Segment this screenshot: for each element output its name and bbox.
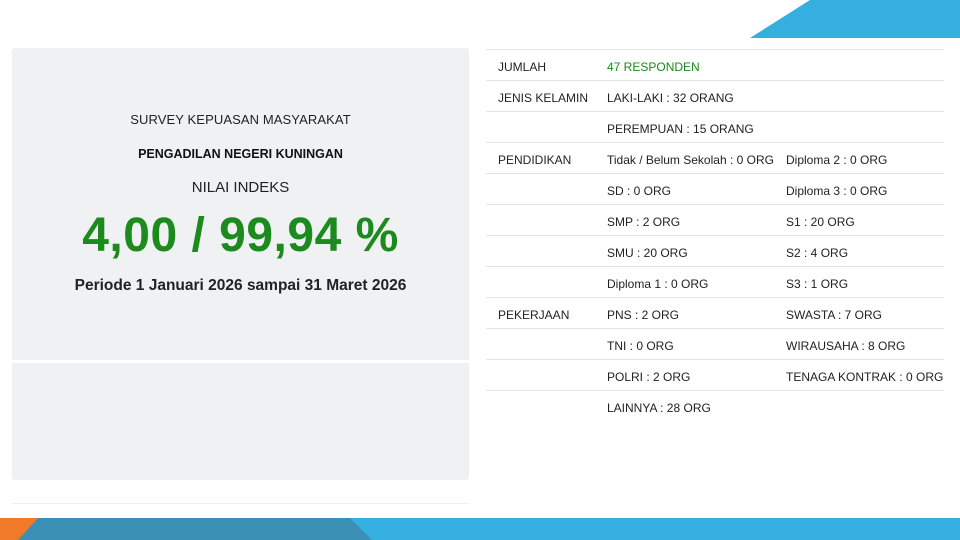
occupation-item: LAINNYA : 28 ORG [607,401,711,415]
table-row: JENIS KELAMIN LAKI-LAKI : 32 ORANG [486,80,944,111]
row-label-occupation: PEKERJAAN [498,308,570,322]
table-row: PEKERJAAN PNS : 2 ORG SWASTA : 7 ORG [486,297,944,328]
education-item: SD : 0 ORG [607,184,672,198]
survey-period: Periode 1 Januari 2026 sampai 31 Maret 2… [74,277,407,294]
bottom-decoration-band [0,518,960,540]
gender-female: PEREMPUAN : 15 ORANG [607,122,754,136]
row-label-education: PENDIDIKAN [498,153,572,167]
table-row: SMP : 2 ORG S1 : 20 ORG [486,204,944,235]
table-row: JUMLAH 47 RESPONDEN [486,49,944,80]
footer-divider [12,503,469,504]
table-row: SD : 0 ORG Diploma 3 : 0 ORG [486,173,944,204]
table-row: LAINNYA : 28 ORG [486,390,944,421]
table-row: POLRI : 2 ORG TENAGA KONTRAK : 0 ORG [486,359,944,390]
gender-male: LAKI-LAKI : 32 ORANG [607,91,734,105]
top-right-decoration [750,0,960,38]
index-label: NILAI INDEKS [191,179,290,196]
court-name: PENGADILAN NEGERI KUNINGAN [138,147,343,161]
table-row: TNI : 0 ORG WIRAUSAHA : 8 ORG [486,328,944,359]
occupation-item: POLRI : 2 ORG [607,370,691,384]
table-row: PENDIDIKAN Tidak / Belum Sekolah : 0 ORG… [486,142,944,173]
education-item: SMU : 20 ORG [607,246,688,260]
education-item: Diploma 1 : 0 ORG [607,277,709,291]
table-row: SMU : 20 ORG S2 : 4 ORG [486,235,944,266]
occupation-item: TNI : 0 ORG [607,339,674,353]
education-item: Tidak / Belum Sekolah : 0 ORG [607,153,774,167]
education-item: Diploma 2 : 0 ORG [786,153,888,167]
row-label-gender: JENIS KELAMIN [498,91,589,105]
index-summary-panel: SURVEY KEPUASAN MASYARAKAT PENGADILAN NE… [12,48,469,480]
panel-divider [12,360,469,363]
table-row: PEREMPUAN : 15 ORANG [486,111,944,142]
survey-title: SURVEY KEPUASAN MASYARAKAT [130,112,351,127]
respondent-count: 47 RESPONDEN [607,60,700,74]
occupation-item: TENAGA KONTRAK : 0 ORG [786,370,944,384]
education-item: S3 : 1 ORG [786,277,849,291]
education-item: S2 : 4 ORG [786,246,849,260]
education-item: Diploma 3 : 0 ORG [786,184,888,198]
education-item: S1 : 20 ORG [786,215,855,229]
table-row: Diploma 1 : 0 ORG S3 : 1 ORG [486,266,944,297]
respondent-stats-table: JUMLAH 47 RESPONDEN JENIS KELAMIN LAKI-L… [486,49,944,421]
occupation-item: SWASTA : 7 ORG [786,308,883,322]
occupation-item: PNS : 2 ORG [607,308,680,322]
index-value: 4,00 / 99,94 % [82,209,399,262]
occupation-item: WIRAUSAHA : 8 ORG [786,339,906,353]
education-item: SMP : 2 ORG [607,215,681,229]
row-label-jumlah: JUMLAH [498,60,547,74]
